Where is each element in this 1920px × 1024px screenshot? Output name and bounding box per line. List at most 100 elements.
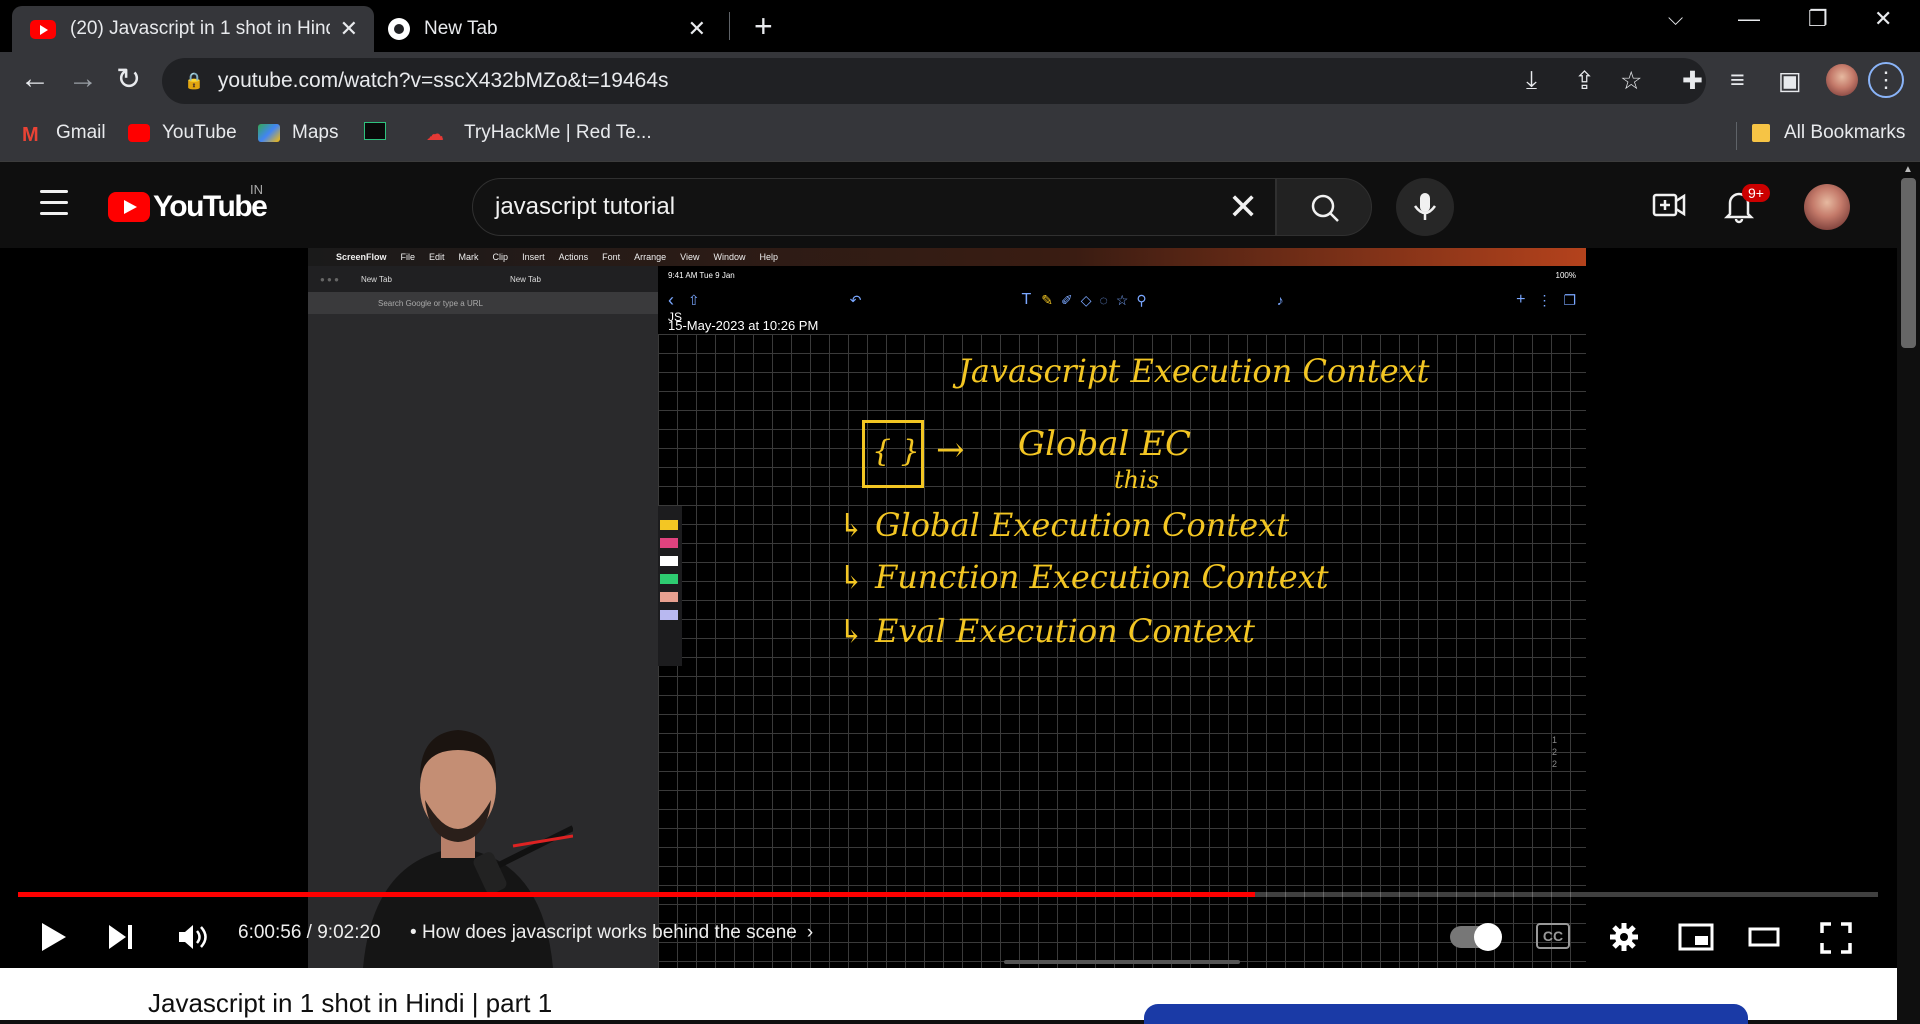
shapes-icon: ☆ xyxy=(1115,291,1129,308)
menubar-item: File xyxy=(400,252,416,262)
arrow-text: → xyxy=(936,430,965,470)
tab-youtube[interactable]: (20) Javascript in 1 shot in Hindi ✕ xyxy=(12,6,374,52)
page-indicator: 122 xyxy=(1552,735,1558,769)
minimize-button[interactable]: — xyxy=(1738,6,1760,32)
play-button[interactable] xyxy=(38,920,68,959)
fullscreen-icon xyxy=(1820,922,1852,954)
scrollbar-thumb[interactable] xyxy=(1901,178,1916,348)
bookmark-label: YouTube xyxy=(162,122,237,143)
maps-icon xyxy=(258,124,280,142)
settings-button[interactable] xyxy=(1608,921,1640,958)
add-page-icon: + xyxy=(1516,291,1526,308)
autoplay-toggle[interactable] xyxy=(1450,923,1502,951)
fullscreen-button[interactable] xyxy=(1820,922,1852,959)
sidebar-ad-banner[interactable] xyxy=(1144,1004,1748,1024)
all-bookmarks-button[interactable]: All Bookmarks xyxy=(1752,122,1905,144)
bookmark-youtube[interactable]: YouTube xyxy=(128,122,237,144)
bookmarks-bar: M Gmail YouTube Maps ☁ TryHackMe | Red T… xyxy=(0,110,1920,162)
bookmark-maps[interactable]: Maps xyxy=(258,122,338,144)
time-display: 6:00:56 / 9:02:20 xyxy=(238,922,381,943)
bookmark-extension[interactable] xyxy=(364,122,398,140)
ipad-battery: 100% xyxy=(1555,270,1576,280)
new-tab-button[interactable]: + xyxy=(754,8,773,45)
this-label: this xyxy=(1114,466,1160,494)
youtube-header: YouTube IN javascript tutorial ✕ 9+ xyxy=(0,162,1920,248)
bookmark-gmail[interactable]: M Gmail xyxy=(22,122,106,146)
tab-search-chevron-icon[interactable]: ⌵ xyxy=(1668,8,1683,31)
share-icon[interactable]: ⇪ xyxy=(1574,66,1595,96)
forward-arrow-icon[interactable]: → xyxy=(68,62,98,96)
media-queue-icon[interactable]: ≡ xyxy=(1730,66,1745,95)
menubar-item: Insert xyxy=(522,252,545,262)
extensions-puzzle-icon[interactable]: ✚ xyxy=(1682,66,1703,96)
menubar-item: Font xyxy=(602,252,621,262)
search-button[interactable] xyxy=(1276,178,1372,236)
inner-tab: New Tab xyxy=(509,274,541,284)
close-window-button[interactable]: ✕ xyxy=(1874,6,1892,32)
browser-toolbar: ← → ↻ 🔒 youtube.com/watch?v=sscX432bMZo&… xyxy=(0,52,1920,110)
lock-icon[interactable]: 🔒 xyxy=(184,71,204,91)
account-avatar[interactable] xyxy=(1804,184,1850,230)
youtube-logo[interactable]: YouTube xyxy=(108,190,268,224)
bookmark-tryhackme[interactable]: ☁ TryHackMe | Red Te... xyxy=(426,122,652,144)
settings-gear-icon xyxy=(1610,923,1638,951)
eraser-icon: ◇ xyxy=(1080,291,1092,308)
next-icon xyxy=(109,925,132,949)
note-line: Global Execution Context xyxy=(874,506,1290,544)
yellow-pen-icon xyxy=(660,520,678,530)
lavender-pen-icon xyxy=(660,610,678,620)
reload-icon[interactable]: ↻ xyxy=(116,62,141,97)
back-arrow-icon[interactable]: ← xyxy=(20,62,50,96)
side-panel-icon[interactable]: ▣ xyxy=(1778,66,1802,96)
captions-button[interactable]: CC xyxy=(1536,923,1570,949)
video-frame: ScreenFlow File Edit Mark Clip Insert Ac… xyxy=(308,248,1586,968)
bookmarks-divider xyxy=(1736,122,1737,150)
restore-button[interactable]: ❐ xyxy=(1808,6,1828,32)
text-tool-icon: T xyxy=(1021,291,1032,308)
address-bar[interactable]: 🔒 youtube.com/watch?v=sscX432bMZo&t=1946… xyxy=(162,58,1706,104)
chapter-title[interactable]: • How does javascript works behind the s… xyxy=(410,922,813,944)
notes-toolbar: ‹ ⇧ ↶ T ✎ ✐ ◇ ◌ ☆ ⚲ ♪ + ⋮ ❐ xyxy=(658,284,1586,316)
watch-page-below: Javascript in 1 shot in Hindi | part 1 xyxy=(0,968,1920,1024)
close-tab-icon[interactable]: ✕ xyxy=(340,16,358,42)
close-tab-icon[interactable]: ✕ xyxy=(688,16,706,42)
theater-mode-button[interactable] xyxy=(1748,926,1780,953)
notes-app-screen: 9:41 AM Tue 9 Jan 100% ‹ ⇧ ↶ T ✎ ✐ ◇ ◌ ☆… xyxy=(658,266,1586,968)
next-button[interactable] xyxy=(106,922,136,957)
video-player[interactable]: ScreenFlow File Edit Mark Clip Insert Ac… xyxy=(0,248,1920,968)
note-line: Function Execution Context xyxy=(874,558,1329,596)
tab-title: New Tab xyxy=(424,18,498,39)
chevron-right-icon: › xyxy=(806,922,814,943)
inner-tab: New Tab xyxy=(360,274,392,284)
url-text: youtube.com/watch?v=sscX432bMZo&t=19464s xyxy=(217,69,669,92)
progress-bar[interactable] xyxy=(18,892,1878,897)
search-input[interactable]: javascript tutorial xyxy=(472,178,1276,236)
install-app-icon[interactable]: ⤓ xyxy=(1526,66,1537,95)
color-palette xyxy=(658,506,682,666)
scroll-up-icon[interactable]: ▲ xyxy=(1903,164,1913,175)
undo-icon: ↶ xyxy=(849,291,862,308)
voice-search-button[interactable] xyxy=(1396,178,1454,236)
menubar-item: Actions xyxy=(558,252,589,262)
clear-search-icon[interactable]: ✕ xyxy=(1228,186,1258,228)
menubar-item: Clip xyxy=(492,252,509,262)
profile-avatar[interactable] xyxy=(1826,64,1858,96)
player-handle-bar xyxy=(1004,960,1240,964)
white-pen-icon xyxy=(660,556,678,566)
volume-button[interactable] xyxy=(176,922,210,957)
tab-divider xyxy=(729,12,730,40)
menu-hamburger-icon[interactable] xyxy=(40,190,68,223)
miniplayer-button[interactable] xyxy=(1678,922,1714,957)
page-scrollbar[interactable]: ▲ xyxy=(1897,162,1920,1020)
bookmark-label: TryHackMe | Red Te... xyxy=(464,122,652,143)
bookmark-label: Gmail xyxy=(56,122,106,143)
create-video-icon xyxy=(1652,193,1686,217)
inner-tab-strip: ● ● ● New Tab New Tab xyxy=(308,266,658,292)
microphone-icon xyxy=(1413,193,1437,220)
create-video-button[interactable] xyxy=(1652,188,1686,227)
bookmark-star-icon[interactable]: ☆ xyxy=(1620,66,1642,96)
miniplayer-icon xyxy=(1678,923,1714,951)
tab-new-tab[interactable]: New Tab ✕ xyxy=(382,6,722,52)
chrome-menu-icon[interactable]: ⋮ xyxy=(1868,62,1904,98)
notification-badge: 9+ xyxy=(1742,184,1770,202)
